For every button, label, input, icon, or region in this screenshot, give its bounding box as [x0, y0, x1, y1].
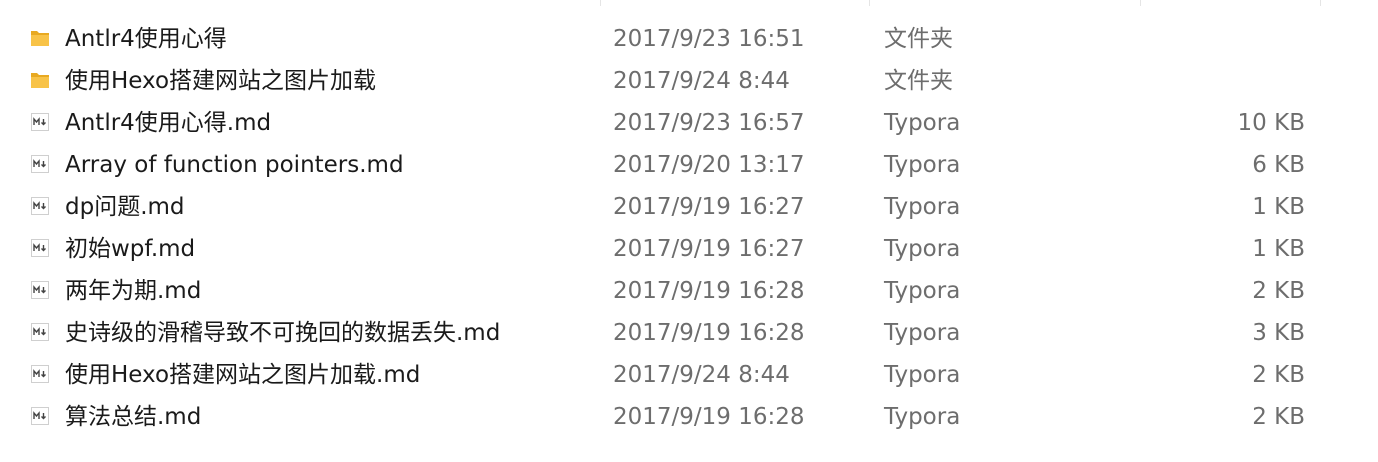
file-name: 史诗级的滑稽导致不可挽回的数据丢失.md: [65, 320, 501, 346]
column-divider-size[interactable]: [1140, 0, 1141, 6]
column-divider-end[interactable]: [1320, 0, 1321, 6]
file-name: 初始wpf.md: [65, 236, 196, 262]
file-name: Array of function pointers.md: [65, 152, 404, 178]
file-size: 10 KB: [1237, 110, 1305, 136]
file-date: 2017/9/19 16:28: [613, 320, 805, 346]
file-name: Antlr4使用心得.md: [65, 110, 272, 136]
markdown-file-icon: [29, 153, 51, 175]
file-date: 2017/9/20 13:17: [613, 152, 805, 178]
file-type: 文件夹: [884, 26, 953, 52]
file-size: 6 KB: [1252, 152, 1305, 178]
file-row[interactable]: 使用Hexo搭建网站之图片加载.md 2017/9/24 8:44 Typora…: [0, 354, 1378, 396]
markdown-file-icon: [29, 279, 51, 301]
markdown-file-icon: [29, 363, 51, 385]
file-type: Typora: [884, 320, 961, 346]
file-row[interactable]: 史诗级的滑稽导致不可挽回的数据丢失.md 2017/9/19 16:28 Typ…: [0, 312, 1378, 354]
file-row[interactable]: Antlr4使用心得 2017/9/23 16:51 文件夹: [0, 18, 1378, 60]
column-divider-type[interactable]: [869, 0, 870, 6]
file-name: 两年为期.md: [65, 278, 202, 304]
file-name: 使用Hexo搭建网站之图片加载.md: [65, 362, 421, 388]
file-size: 1 KB: [1252, 236, 1305, 262]
file-name: 使用Hexo搭建网站之图片加载: [65, 68, 377, 94]
file-name: dp问题.md: [65, 194, 185, 220]
markdown-file-icon: [29, 111, 51, 133]
file-date: 2017/9/24 8:44: [613, 68, 790, 94]
folder-icon: [29, 69, 51, 91]
file-date: 2017/9/24 8:44: [613, 362, 790, 388]
file-row[interactable]: 初始wpf.md 2017/9/19 16:27 Typora 1 KB: [0, 228, 1378, 270]
markdown-file-icon: [29, 237, 51, 259]
file-type: Typora: [884, 404, 961, 430]
file-row[interactable]: Array of function pointers.md 2017/9/20 …: [0, 144, 1378, 186]
markdown-file-icon: [29, 321, 51, 343]
markdown-file-icon: [29, 405, 51, 427]
file-list: Antlr4使用心得 2017/9/23 16:51 文件夹 使用Hexo搭建网…: [0, 18, 1378, 438]
file-name: 算法总结.md: [65, 404, 202, 430]
file-date: 2017/9/23 16:57: [613, 110, 805, 136]
column-divider-date[interactable]: [600, 0, 601, 6]
file-name: Antlr4使用心得: [65, 26, 227, 52]
file-date: 2017/9/19 16:27: [613, 194, 805, 220]
file-date: 2017/9/19 16:28: [613, 278, 805, 304]
file-type: Typora: [884, 152, 961, 178]
folder-icon: [29, 27, 51, 49]
file-type: Typora: [884, 278, 961, 304]
file-type: Typora: [884, 236, 961, 262]
file-type: Typora: [884, 362, 961, 388]
file-size: 2 KB: [1252, 362, 1305, 388]
file-row[interactable]: 使用Hexo搭建网站之图片加载 2017/9/24 8:44 文件夹: [0, 60, 1378, 102]
markdown-file-icon: [29, 195, 51, 217]
file-row[interactable]: 算法总结.md 2017/9/19 16:28 Typora 2 KB: [0, 396, 1378, 438]
file-size: 3 KB: [1252, 320, 1305, 346]
file-date: 2017/9/19 16:28: [613, 404, 805, 430]
file-type: 文件夹: [884, 68, 953, 94]
file-type: Typora: [884, 110, 961, 136]
file-row[interactable]: 两年为期.md 2017/9/19 16:28 Typora 2 KB: [0, 270, 1378, 312]
file-row[interactable]: dp问题.md 2017/9/19 16:27 Typora 1 KB: [0, 186, 1378, 228]
file-size: 1 KB: [1252, 194, 1305, 220]
file-row[interactable]: Antlr4使用心得.md 2017/9/23 16:57 Typora 10 …: [0, 102, 1378, 144]
file-date: 2017/9/19 16:27: [613, 236, 805, 262]
file-size: 2 KB: [1252, 404, 1305, 430]
file-type: Typora: [884, 194, 961, 220]
file-size: 2 KB: [1252, 278, 1305, 304]
file-date: 2017/9/23 16:51: [613, 26, 805, 52]
